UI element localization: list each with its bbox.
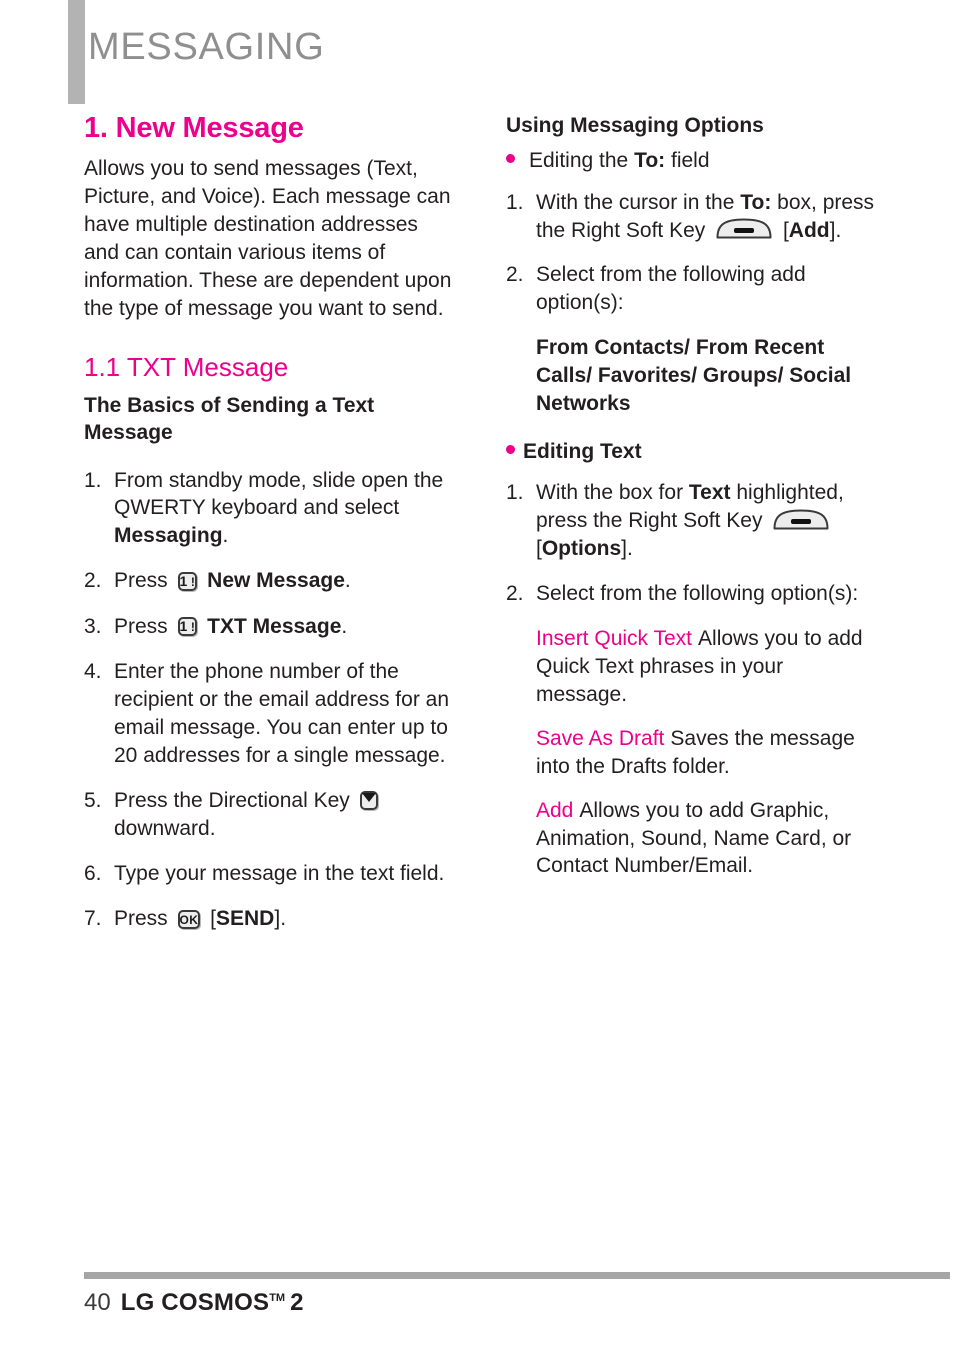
step-text: With the cursor in the To: box, press th…: [536, 189, 878, 245]
bullet-item-editing-text: Editing Text: [506, 438, 878, 465]
step-text-pre: From standby mode, slide open the QWERTY…: [114, 468, 444, 520]
bullet-dot-icon: [506, 445, 515, 455]
step-number: 2.: [84, 569, 102, 593]
step-number: 6.: [84, 862, 102, 886]
step-number: 7.: [84, 907, 102, 931]
step-text-post: .: [222, 524, 229, 548]
bullet-text-pre: Editing the: [529, 149, 635, 173]
step-text-bold: TXT Message: [207, 614, 342, 638]
step-text: Press 1! New Message.: [114, 567, 456, 595]
option-name: Save As Draft: [536, 726, 665, 750]
step-text-bold: SEND: [216, 907, 275, 931]
footer-trademark-symbol: TM: [269, 1292, 286, 1304]
step-text: Press OK [SEND].: [114, 905, 456, 933]
bullet-text: Editing the To: field: [529, 147, 710, 174]
step-text-pre: Press: [114, 907, 174, 931]
step-text: Press the Directional Key downward.: [114, 787, 456, 843]
step-item: 2. Press 1! New Message.: [84, 567, 456, 595]
step-number: 2.: [506, 263, 524, 287]
step-text-bold2: Options: [541, 537, 622, 561]
option-name: Add: [536, 798, 574, 822]
bullet-text-post: field: [665, 149, 710, 173]
step-item: 1. With the box for Text highlighted, pr…: [506, 479, 878, 563]
step-text-mid: [: [204, 907, 216, 931]
step-text-post: .: [341, 614, 348, 638]
add-options-list: From Contacts/ From Recent Calls/ Favori…: [536, 336, 852, 416]
step-text: With the box for Text highlighted, press…: [536, 479, 878, 563]
basics-heading: The Basics of Sending a Text Message: [84, 393, 375, 444]
step-text: Press 1! TXT Message.: [114, 613, 456, 641]
page-title: MESSAGING: [88, 26, 325, 68]
step-number: 2.: [506, 582, 524, 606]
step-item: 7. Press OK [SEND].: [84, 905, 456, 933]
key-1-exclaim-icon: 1!: [177, 571, 198, 591]
step-item: 3. Press 1! TXT Message.: [84, 613, 456, 641]
step-item: 5. Press the Directional Key downward.: [84, 787, 456, 843]
step-item: 2. Select from the following option(s):: [506, 580, 878, 608]
step-text-pre: With the box for: [536, 481, 689, 505]
new-message-intro-paragraph: Allows you to send messages (Text, Pictu…: [84, 157, 452, 320]
footer-divider: [84, 1272, 950, 1279]
key-1-exclaim-icon: 1!: [177, 617, 198, 637]
step-text-bold: New Message: [207, 569, 345, 593]
left-column: 1. New Message Allows you to send messag…: [84, 112, 456, 950]
step-number: 5.: [84, 788, 102, 812]
bullet-text: Editing Text: [523, 440, 642, 464]
page-header: MESSAGING: [0, 0, 954, 108]
key-soft-icon: [715, 217, 773, 239]
bullet-dot-icon: [506, 154, 515, 164]
step-text-post2: [: [777, 218, 789, 242]
footer-model-number: 2: [290, 1289, 304, 1316]
step-number: 3.: [84, 614, 102, 638]
step-number: 1.: [506, 481, 524, 505]
key-direction-down-icon: [359, 787, 378, 815]
header-accent-bar: [68, 0, 85, 104]
step-number: 1.: [506, 190, 524, 214]
option-item-add: Add Allows you to add Graphic, Animation,…: [536, 797, 878, 881]
option-item-insert-quick-text: Insert Quick Text Allows you to add Quick…: [536, 625, 878, 709]
step-number: 1.: [84, 468, 102, 492]
step-item: 1. With the cursor in the To: box, press…: [506, 189, 878, 245]
step-text: Enter the phone number of the recipient …: [114, 660, 450, 767]
step-number: 4.: [84, 660, 102, 684]
key-soft-icon: [772, 508, 830, 530]
footer-page-number: 40: [84, 1289, 111, 1316]
option-name: Insert Quick Text: [536, 627, 693, 651]
step-text-post3: ].: [621, 537, 633, 561]
step-text-post: downward.: [114, 817, 216, 841]
step-text-post: ].: [274, 907, 287, 931]
subsection-title-txt-message: 1.1 TXT Message: [84, 351, 289, 382]
step-text-bold2: Add: [788, 218, 830, 242]
step-text-pre: Press: [114, 614, 174, 638]
key-ok-icon: OK: [177, 906, 201, 934]
footer: 40 LG COSMOSTM 2: [84, 1289, 304, 1316]
step-text: Select from the following add option(s):: [536, 263, 806, 315]
footer-product-name: LG COSMOS: [120, 1289, 270, 1316]
step-text-pre: With the cursor in the: [536, 190, 741, 214]
step-text-bold: To:: [740, 190, 772, 214]
step-text: Type your message in the text field.: [114, 862, 445, 886]
step-text-pre: Press the Directional Key: [114, 788, 356, 812]
right-column: Using Messaging Options Editing the To: …: [506, 112, 878, 896]
step-item: 2. Select from the following add option(…: [506, 261, 878, 317]
step-text-bold: Text: [688, 481, 731, 505]
step-item: 1. From standby mode, slide open the QWE…: [84, 467, 456, 551]
step-text-bold: Messaging: [114, 524, 223, 548]
section-title-new-message: 1. New Message: [84, 112, 304, 144]
step-text-post3: ].: [829, 218, 842, 242]
step-text-pre: Press: [114, 569, 174, 593]
step-text: From standby mode, slide open the QWERTY…: [114, 467, 456, 551]
step-item: 6. Type your message in the text field.: [84, 860, 456, 888]
option-description: Allows you to add Graphic, Animation, So…: [536, 798, 852, 878]
bullet-text-bold: To:: [634, 149, 666, 173]
option-item-save-as-draft: Save As Draft Saves the message into the …: [536, 725, 878, 781]
using-messaging-options-heading: Using Messaging Options: [506, 114, 764, 137]
step-item: 4. Enter the phone number of the recipie…: [84, 658, 456, 770]
step-text-post: .: [344, 569, 351, 593]
bullet-item-editing-to-field: Editing the To: field: [506, 147, 878, 174]
step-text: Select from the following option(s):: [536, 582, 859, 606]
